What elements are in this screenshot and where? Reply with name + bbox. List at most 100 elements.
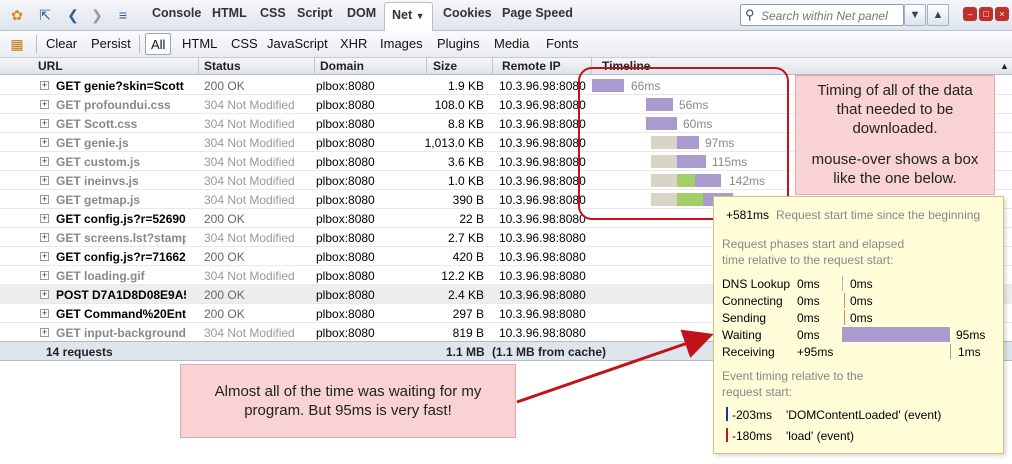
event-time: -203ms xyxy=(732,408,773,422)
clear-button[interactable]: Clear xyxy=(46,36,77,51)
tab-html[interactable]: HTML xyxy=(212,6,247,20)
filter-fonts[interactable]: Fonts xyxy=(546,36,579,51)
column-divider xyxy=(426,58,427,75)
tab-net[interactable]: Net ▼ xyxy=(384,2,433,31)
filter-images[interactable]: Images xyxy=(380,36,423,51)
request-size: 819 B xyxy=(452,326,484,340)
expand-icon[interactable]: + xyxy=(40,138,49,147)
column-remote-ip[interactable]: Remote IP xyxy=(502,59,561,73)
filter-media[interactable]: Media xyxy=(494,36,529,51)
request-size: 1.9 KB xyxy=(447,79,484,93)
column-size[interactable]: Size xyxy=(433,59,457,73)
expand-icon[interactable]: + xyxy=(40,195,49,204)
tab-page-speed[interactable]: Page Speed xyxy=(502,6,573,20)
request-url: GET profoundui.css xyxy=(56,98,171,112)
filter-html[interactable]: HTML xyxy=(182,36,217,51)
search-prev-icon[interactable]: ▲ xyxy=(927,4,949,26)
request-status: 304 Not Modified xyxy=(204,193,295,207)
request-status: 304 Not Modified xyxy=(204,326,295,340)
back-icon[interactable]: ❮ xyxy=(64,6,82,24)
request-domain: plbox:8080 xyxy=(316,231,375,245)
filter-xhr[interactable]: XHR xyxy=(340,36,367,51)
expand-icon[interactable]: + xyxy=(40,81,49,90)
close-icon[interactable]: × xyxy=(995,7,1009,21)
event-label: 'DOMContentLoaded' (event) xyxy=(786,408,942,422)
cache-size: (1.1 MB from cache) xyxy=(492,345,607,359)
request-url: GET config.js?r=71662 xyxy=(56,250,186,264)
column-domain[interactable]: Domain xyxy=(320,59,364,73)
phase-elapsed: 0ms xyxy=(850,311,873,325)
tab-css[interactable]: CSS xyxy=(260,6,286,20)
search-placeholder: Search within Net panel xyxy=(761,9,888,23)
detach-icon[interactable]: □ xyxy=(979,7,993,21)
phase-start: 0ms xyxy=(797,294,820,308)
persist-button[interactable]: Persist xyxy=(91,36,131,51)
filter-plugins[interactable]: Plugins xyxy=(437,36,480,51)
request-size: 1,013.0 KB xyxy=(424,136,484,150)
expand-icon[interactable]: + xyxy=(40,252,49,261)
request-domain: plbox:8080 xyxy=(316,155,375,169)
column-status[interactable]: Status xyxy=(204,59,241,73)
expand-icon[interactable]: + xyxy=(40,290,49,299)
request-domain: plbox:8080 xyxy=(316,288,375,302)
request-domain: plbox:8080 xyxy=(316,326,375,340)
sort-arrow-icon[interactable]: ▲ xyxy=(1000,61,1009,71)
callout-line: Almost all of the time was waiting for m… xyxy=(214,383,482,400)
tab-script[interactable]: Script xyxy=(297,6,332,20)
event-marker-blue xyxy=(726,407,728,421)
phase-elapsed: 0ms xyxy=(850,294,873,308)
request-status: 304 Not Modified xyxy=(204,269,295,283)
expand-icon[interactable]: + xyxy=(40,233,49,242)
search-next-icon[interactable]: ▼ xyxy=(904,4,926,26)
column-divider xyxy=(314,58,315,75)
request-status: 200 OK xyxy=(204,250,245,264)
request-size: 12.2 KB xyxy=(441,269,484,283)
expand-icon[interactable]: + xyxy=(40,119,49,128)
phase-bar xyxy=(844,310,845,325)
tab-cookies[interactable]: Cookies xyxy=(443,6,492,20)
firebug-icon[interactable]: ✿ xyxy=(8,6,26,24)
request-status: 304 Not Modified xyxy=(204,136,295,150)
filter-javascript[interactable]: JavaScript xyxy=(267,36,328,51)
request-domain: plbox:8080 xyxy=(316,79,375,93)
search-input[interactable]: ⚲ Search within Net panel xyxy=(740,4,904,26)
request-remote-ip: 10.3.96.98:8080 xyxy=(499,117,586,131)
column-url[interactable]: URL xyxy=(38,59,63,73)
request-domain: plbox:8080 xyxy=(316,174,375,188)
tab-console[interactable]: Console xyxy=(152,6,201,20)
expand-icon[interactable]: + xyxy=(40,214,49,223)
phase-start: 0ms xyxy=(797,311,820,325)
expand-icon[interactable]: + xyxy=(40,157,49,166)
forward-icon[interactable]: ❯ xyxy=(88,6,106,24)
expand-icon[interactable]: + xyxy=(40,100,49,109)
inspect-icon[interactable]: ⇱ xyxy=(36,6,54,24)
tab-dom[interactable]: DOM xyxy=(347,6,376,20)
har-icon[interactable]: ▦ xyxy=(8,35,26,53)
request-domain: plbox:8080 xyxy=(316,250,375,264)
filter-all[interactable]: All xyxy=(145,33,172,55)
request-domain: plbox:8080 xyxy=(316,269,375,283)
phase-start: 0ms xyxy=(797,277,820,291)
filter-css[interactable]: CSS xyxy=(231,36,258,51)
request-remote-ip: 10.3.96.98:8080 xyxy=(499,231,586,245)
expand-icon[interactable]: + xyxy=(40,328,49,337)
expand-icon[interactable]: + xyxy=(40,176,49,185)
request-status: 304 Not Modified xyxy=(204,174,295,188)
request-remote-ip: 10.3.96.98:8080 xyxy=(499,307,586,321)
request-url: GET screens.lst?stamp xyxy=(56,231,186,245)
request-size: 390 B xyxy=(452,193,484,207)
phase-bar xyxy=(842,276,843,291)
callout-line: Timing of all of the data xyxy=(817,82,973,99)
expand-icon[interactable]: + xyxy=(40,271,49,280)
command-line-icon[interactable]: ≡ xyxy=(114,6,132,24)
minimize-icon[interactable]: – xyxy=(963,7,977,21)
start-time-label: Request start time since the beginning xyxy=(776,208,981,222)
expand-icon[interactable]: + xyxy=(40,309,49,318)
request-remote-ip: 10.3.96.98:8080 xyxy=(499,136,586,150)
request-status: 200 OK xyxy=(204,288,245,302)
request-status: 304 Not Modified xyxy=(204,98,295,112)
phase-start: 0ms xyxy=(797,328,820,342)
request-url: GET config.js?r=52690 xyxy=(56,212,186,226)
request-remote-ip: 10.3.96.98:8080 xyxy=(499,193,586,207)
events-heading: request start: xyxy=(722,385,793,399)
